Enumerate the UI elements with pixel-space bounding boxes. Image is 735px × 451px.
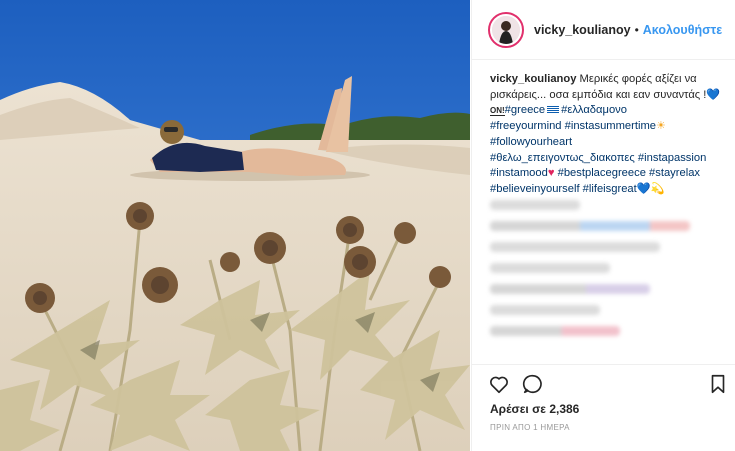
avatar[interactable]	[488, 11, 524, 48]
blue-heart-emoji-2: 💙	[636, 182, 651, 195]
action-bar	[472, 364, 735, 404]
likes-count[interactable]: Αρέσει σε 2,386	[490, 402, 579, 416]
hashtags-line-4[interactable]: #followyourheart	[490, 136, 572, 148]
blurred-line	[490, 305, 600, 315]
post-side-panel: vicky_koulianoy • Ακολουθήστε vicky_koul…	[471, 0, 735, 451]
hashtags-line-7[interactable]: #believeinyourself #lifeisgreat	[490, 183, 637, 195]
avatar-picture	[492, 15, 520, 44]
beach-photo-illustration	[0, 0, 470, 451]
sparkle-emoji: 💫	[650, 182, 665, 195]
blue-heart-emoji: 💙	[706, 88, 721, 101]
blurred-line	[490, 284, 650, 294]
hashtags-line-6a[interactable]: #instamood	[490, 167, 548, 179]
caption: vicky_koulianoy Μερικές φορές αξίζει να …	[490, 72, 730, 198]
hashtag-greece[interactable]: #greece	[505, 104, 545, 116]
comment-icon[interactable]	[522, 373, 544, 400]
post-photo[interactable]	[0, 0, 470, 451]
sun-emoji: ☀	[656, 120, 667, 133]
hashtags-line-5[interactable]: #θελω_επειγοντως_διακοπες #instapassion	[490, 152, 706, 164]
post-timestamp[interactable]: ΠΡΙΝ ΑΠΟ 1 ΗΜΕΡΑ	[490, 423, 570, 432]
blurred-line	[490, 263, 610, 273]
bookmark-icon[interactable]	[708, 373, 728, 400]
hashtags-line-3[interactable]: #freeyourmind #instasummertime	[490, 120, 656, 132]
hashtags-line-6b[interactable]: #bestplacegreece #stayrelax	[555, 167, 700, 179]
blurred-line	[490, 326, 620, 336]
header-username[interactable]: vicky_koulianoy	[534, 23, 631, 37]
separator-dot: •	[634, 22, 639, 37]
on-arrow-emoji: ON!	[490, 106, 505, 117]
follow-button[interactable]: Ακολουθήστε	[643, 23, 722, 37]
blurred-line	[490, 200, 580, 210]
blurred-line	[490, 221, 690, 231]
hashtag-elladamono[interactable]: #ελλαδαμονο	[561, 104, 627, 116]
greek-flag-icon	[547, 106, 560, 115]
blurred-comments	[490, 200, 725, 347]
post-header: vicky_koulianoy • Ακολουθήστε	[472, 0, 735, 60]
heart-icon[interactable]	[488, 373, 510, 400]
caption-username[interactable]: vicky_koulianoy	[490, 73, 576, 85]
red-heart-emoji: ♥	[547, 167, 555, 180]
blurred-line	[490, 242, 660, 252]
